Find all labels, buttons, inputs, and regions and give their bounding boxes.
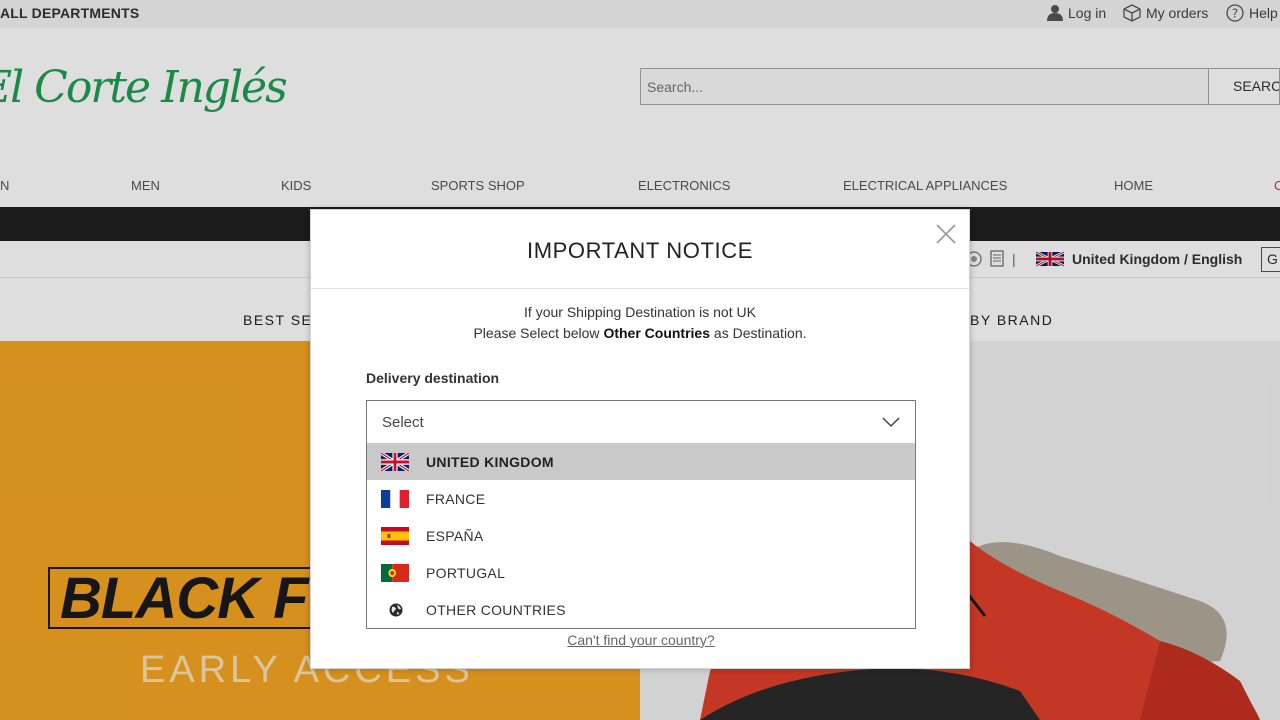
- close-icon[interactable]: [935, 223, 957, 245]
- delivery-destination-label: Delivery destination: [366, 370, 500, 386]
- modal-title: IMPORTANT NOTICE: [527, 238, 753, 263]
- notice-line-2: Please Select below Other Countries as D…: [311, 323, 969, 344]
- option-label: OTHER COUNTRIES: [426, 601, 566, 618]
- modal-divider: [311, 288, 969, 289]
- select-value: Select: [382, 414, 424, 431]
- option-other-countries[interactable]: OTHER COUNTRIES: [367, 591, 915, 628]
- option-espana[interactable]: ESPAÑA: [367, 517, 915, 554]
- portugal-flag-icon: [381, 563, 409, 582]
- option-label: UNITED KINGDOM: [426, 453, 554, 470]
- option-portugal[interactable]: PORTUGAL: [367, 554, 915, 591]
- destination-dropdown-list: UNITED KINGDOM FRANCE ESPAÑA PORTUGAL OT…: [366, 443, 916, 629]
- important-notice-modal: IMPORTANT NOTICE If your Shipping Destin…: [310, 209, 970, 669]
- chevron-down-icon: [882, 417, 900, 428]
- notice-line-2-bold: Other Countries: [603, 325, 711, 341]
- option-label: FRANCE: [426, 490, 486, 507]
- notice-line-2-start: Please Select below: [473, 325, 604, 341]
- notice-line-1: If your Shipping Destination is not UK: [524, 304, 756, 320]
- delivery-destination-select[interactable]: Select: [366, 400, 916, 444]
- notice-line-2-end: as Destination.: [710, 325, 807, 341]
- uk-flag-icon: [381, 452, 409, 471]
- option-united-kingdom[interactable]: UNITED KINGDOM: [367, 443, 915, 480]
- cant-find-country-link[interactable]: Can't find your country?: [311, 632, 971, 648]
- option-label: PORTUGAL: [426, 564, 506, 581]
- globe-icon: [389, 603, 403, 616]
- option-label: ESPAÑA: [426, 527, 484, 544]
- option-france[interactable]: FRANCE: [367, 480, 915, 517]
- france-flag-icon: [381, 489, 409, 508]
- notice-text: If your Shipping Destination is not UK P…: [311, 302, 969, 344]
- spain-flag-icon: [381, 526, 409, 545]
